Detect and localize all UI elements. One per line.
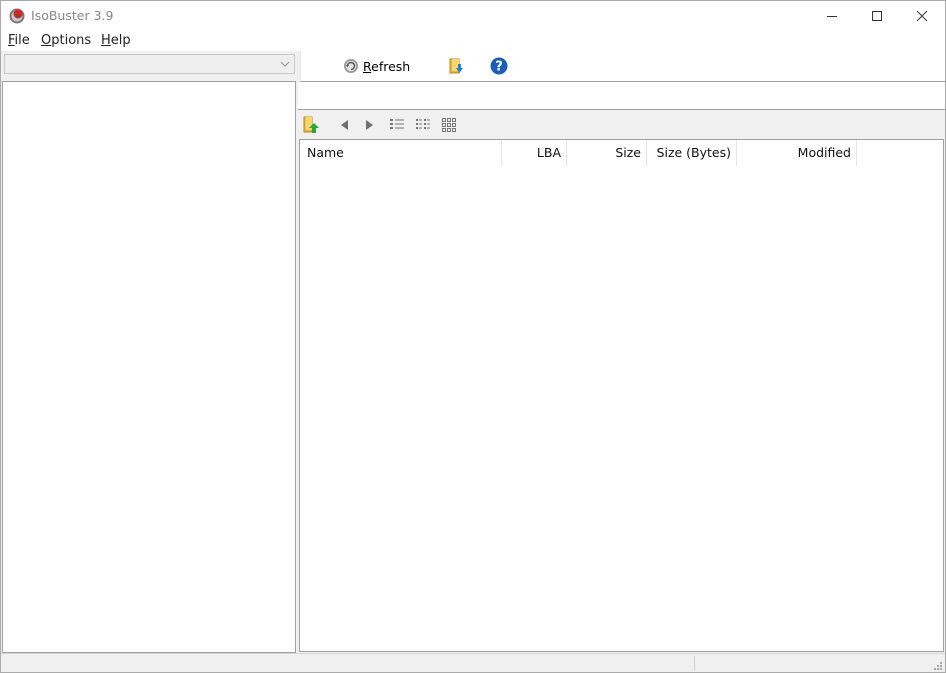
back-arrow-icon <box>341 120 348 130</box>
main-toolbar: Refresh ? <box>300 51 945 82</box>
title-bar: IsoBuster 3.9 <box>1 1 945 31</box>
status-bar <box>1 653 945 672</box>
icons-view-button[interactable] <box>440 116 458 134</box>
status-separator <box>694 656 695 671</box>
folder-up-icon <box>303 116 319 133</box>
navigation-toolbar <box>298 111 945 139</box>
menu-options[interactable]: Options <box>41 33 91 48</box>
menu-file-label: ile <box>14 33 30 48</box>
menu-help-mnemonic: H <box>101 33 111 48</box>
forward-arrow-icon <box>366 120 373 130</box>
app-icon <box>8 7 26 25</box>
icons-view-icon <box>442 118 456 132</box>
list-view-icon <box>416 119 430 129</box>
extract-folder-icon <box>449 58 463 74</box>
minimize-icon <box>827 16 837 17</box>
folder-up-button[interactable] <box>302 116 320 134</box>
help-button[interactable]: ? <box>490 56 508 76</box>
back-button[interactable] <box>335 116 353 134</box>
extract-button[interactable] <box>448 56 466 76</box>
help-icon: ? <box>490 57 508 75</box>
menu-bar: File Options Help <box>1 31 945 51</box>
details-view-icon <box>390 119 404 129</box>
isobuster-window: IsoBuster 3.9 File Options Help Refresh … <box>0 0 946 673</box>
resize-grip-icon[interactable] <box>933 661 943 671</box>
file-list[interactable]: Name LBA Size Size (Bytes) Modified <box>299 139 944 652</box>
column-header-modified[interactable]: Modified <box>737 140 857 166</box>
menu-options-mnemonic: O <box>41 33 52 48</box>
tree-panel[interactable] <box>2 81 296 653</box>
forward-button[interactable] <box>361 116 379 134</box>
dropdown-arrow-icon[interactable] <box>276 55 294 73</box>
details-view-button[interactable] <box>388 116 406 134</box>
window-title: IsoBuster 3.9 <box>31 8 114 23</box>
menu-help[interactable]: Help <box>101 33 131 48</box>
device-selector[interactable] <box>4 54 295 74</box>
close-button[interactable] <box>899 1 945 31</box>
menu-options-label: ptions <box>51 33 92 48</box>
maximize-button[interactable] <box>854 1 900 31</box>
menu-file[interactable]: File <box>8 33 30 48</box>
list-view-button[interactable] <box>414 116 432 134</box>
column-header-size[interactable]: Size <box>567 140 647 166</box>
minimize-button[interactable] <box>809 1 855 31</box>
close-icon <box>916 10 928 22</box>
column-header-name[interactable]: Name <box>302 140 502 166</box>
maximize-icon <box>872 11 882 21</box>
svg-text:?: ? <box>495 60 503 75</box>
column-header-lba[interactable]: LBA <box>502 140 567 166</box>
refresh-label: Refresh <box>363 58 411 74</box>
refresh-icon <box>344 59 358 73</box>
list-header: Name LBA Size Size (Bytes) Modified <box>300 140 943 166</box>
refresh-button[interactable]: Refresh <box>343 56 410 76</box>
menu-help-label: elp <box>110 33 131 48</box>
column-header-size-bytes[interactable]: Size (Bytes) <box>647 140 737 166</box>
path-bar[interactable] <box>298 82 945 110</box>
